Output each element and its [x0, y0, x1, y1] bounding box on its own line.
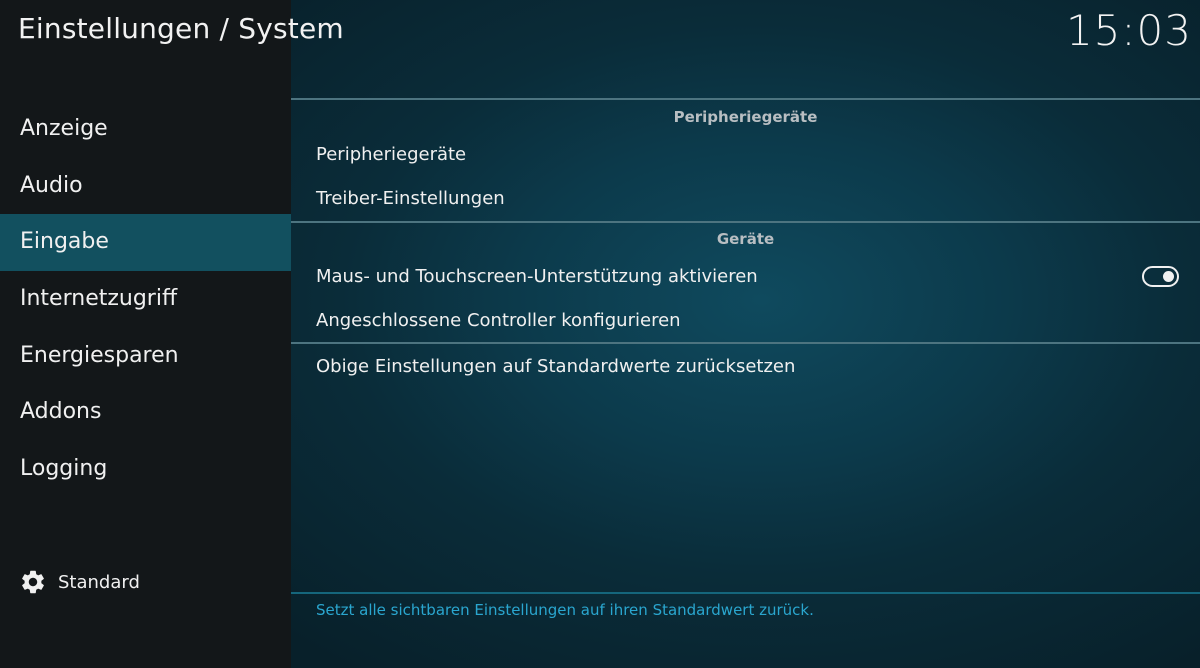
sidebar-item-anzeige[interactable]: Anzeige [0, 101, 291, 158]
reset-defaults-button[interactable]: Obige Einstellungen auf Standardwerte zu… [316, 356, 795, 377]
sidebar-item-logging[interactable]: Logging [0, 441, 291, 498]
section-separator [291, 342, 1200, 344]
section-separator [291, 221, 1200, 223]
section-title-peripheriegeraete: Peripheriegeräte [673, 108, 818, 126]
clock: 15:03 [1065, 6, 1192, 55]
sidebar-item-audio[interactable]: Audio [0, 158, 291, 215]
setting-treiber-einstellungen[interactable]: Treiber-Einstellungen [316, 188, 505, 209]
toggle-knob [1163, 271, 1174, 282]
description-separator [291, 592, 1200, 594]
setting-description: Setzt alle sichtbaren Einstellungen auf … [316, 601, 814, 619]
section-separator [291, 98, 1200, 100]
setting-maus-touchscreen[interactable]: Maus- und Touchscreen-Unterstützung akti… [316, 266, 758, 287]
setting-controller-konfigurieren[interactable]: Angeschlossene Controller konfigurieren [316, 310, 681, 331]
sidebar-item-energiesparen[interactable]: Energiesparen [0, 328, 291, 385]
sidebar-nav: Anzeige Audio Eingabe Internetzugriff En… [0, 101, 291, 498]
page-title: Einstellungen / System [18, 12, 344, 45]
kodi-settings-window: Einstellungen / System 15:03 Anzeige Aud… [0, 0, 1200, 668]
mouse-touchscreen-toggle[interactable] [1142, 266, 1179, 287]
settings-level-label: Standard [58, 571, 140, 593]
sidebar-item-eingabe[interactable]: Eingabe [0, 214, 291, 272]
settings-level-button[interactable]: Standard [19, 566, 140, 598]
main-background [291, 0, 1200, 668]
setting-peripheriegeraete[interactable]: Peripheriegeräte [316, 144, 466, 165]
sidebar-item-addons[interactable]: Addons [0, 384, 291, 441]
gear-icon [22, 570, 44, 594]
sidebar-item-internetzugriff[interactable]: Internetzugriff [0, 271, 291, 328]
section-title-geraete: Geräte [716, 230, 775, 248]
